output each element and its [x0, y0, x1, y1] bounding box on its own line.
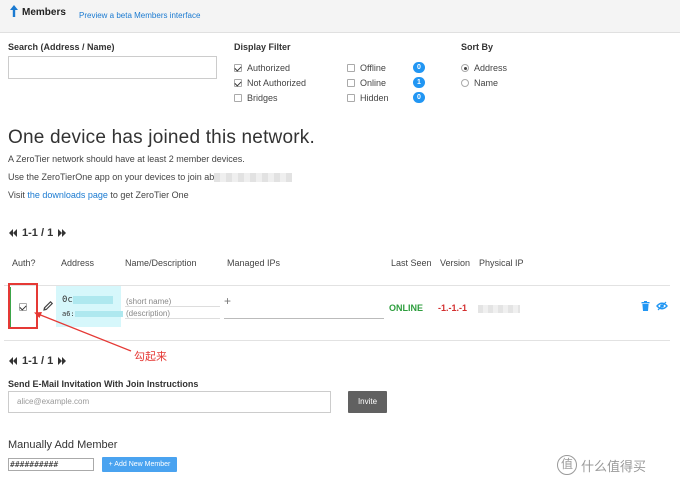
- invite-email-input[interactable]: alice@example.com: [8, 391, 331, 413]
- site-watermark: 值 什么值得买: [557, 455, 646, 475]
- annotation-text: 勾起来: [134, 351, 167, 363]
- manual-member-id-input[interactable]: ##########: [8, 458, 94, 471]
- prev-page-icon[interactable]: [8, 356, 18, 366]
- pagination-bottom: 1-1 / 1: [8, 355, 67, 367]
- page-indicator: 1-1 / 1: [22, 355, 54, 367]
- manual-add-heading: Manually Add Member: [8, 439, 118, 451]
- add-new-member-button[interactable]: + Add New Member: [102, 457, 177, 472]
- watermark-text: 什么值得买: [581, 458, 647, 474]
- watermark-logo-icon: 值: [557, 455, 577, 475]
- next-page-icon[interactable]: [57, 356, 67, 366]
- invite-label: Send E-Mail Invitation With Join Instruc…: [8, 379, 199, 389]
- invite-button[interactable]: Invite: [348, 391, 387, 413]
